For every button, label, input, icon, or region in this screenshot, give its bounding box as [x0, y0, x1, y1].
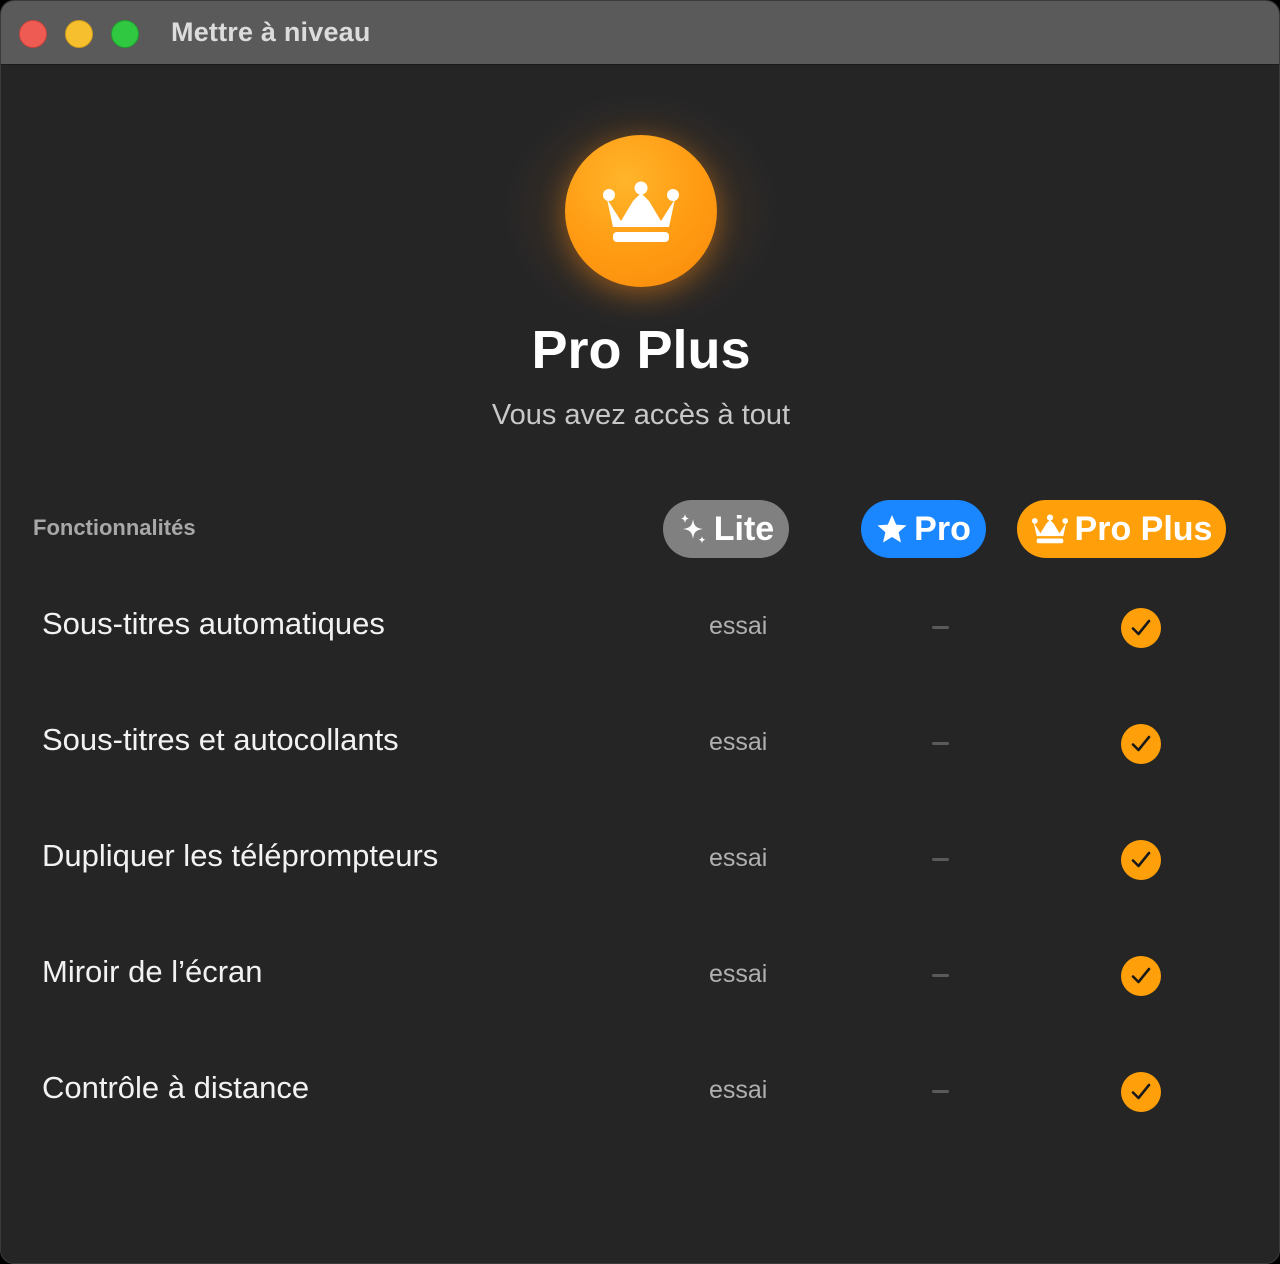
feature-row: Miroir de l’écran essai [1, 946, 1279, 1006]
plan-badge-lite: Lite [663, 500, 789, 558]
lite-availability: essai [709, 728, 768, 756]
crown-icon [603, 181, 679, 242]
star-icon [877, 515, 907, 543]
title-bar: Mettre à niveau [1, 1, 1279, 65]
minimize-window-button[interactable] [65, 20, 93, 48]
features-column-header: Fonctionnalités [33, 515, 196, 540]
pro-plus-check-icon [1121, 1072, 1161, 1112]
window-title: Mettre à niveau [171, 17, 371, 47]
pro-plus-check-icon [1121, 608, 1161, 648]
pro-unavailable-dash [932, 858, 949, 861]
feature-label: Sous-titres automatiques [42, 606, 385, 641]
zoom-window-button[interactable] [111, 20, 139, 48]
upgrade-window: Mettre à niveau Pro Plus Vous avez accès… [0, 0, 1280, 1264]
pro-plus-check-icon [1121, 956, 1161, 996]
pro-unavailable-dash [932, 1090, 949, 1093]
pro-unavailable-dash [932, 626, 949, 629]
plan-label-lite: Lite [713, 509, 775, 548]
plan-badge-pro-plus: Pro Plus [1017, 500, 1226, 558]
lite-availability: essai [709, 612, 768, 640]
pro-plus-check-icon [1121, 840, 1161, 880]
plan-badge-pro: Pro [861, 500, 986, 558]
lite-availability: essai [709, 844, 768, 872]
feature-row: Sous-titres automatiques essai [1, 598, 1279, 658]
plan-label-pro: Pro [914, 509, 971, 548]
feature-row: Contrôle à distance essai [1, 1062, 1279, 1122]
close-window-button[interactable] [19, 20, 47, 48]
plan-title: Pro Plus [531, 320, 751, 380]
feature-label: Miroir de l’écran [42, 954, 263, 989]
plan-subtitle: Vous avez accès à tout [491, 399, 791, 431]
feature-row: Sous-titres et autocollants essai [1, 714, 1279, 774]
lite-availability: essai [709, 960, 768, 988]
plan-label-pro-plus: Pro Plus [1074, 509, 1213, 548]
crown-icon [1031, 514, 1068, 544]
pro-unavailable-dash [932, 742, 949, 745]
hero-crown-badge [565, 135, 717, 287]
feature-label: Dupliquer les téléprompteurs [42, 838, 439, 873]
pro-plus-check-icon [1121, 724, 1161, 764]
feature-label: Sous-titres et autocollants [42, 722, 399, 757]
pro-unavailable-dash [932, 974, 949, 977]
feature-label: Contrôle à distance [42, 1070, 310, 1105]
lite-availability: essai [709, 1076, 768, 1104]
sparkles-icon [680, 514, 706, 544]
feature-row: Dupliquer les téléprompteurs essai [1, 830, 1279, 890]
